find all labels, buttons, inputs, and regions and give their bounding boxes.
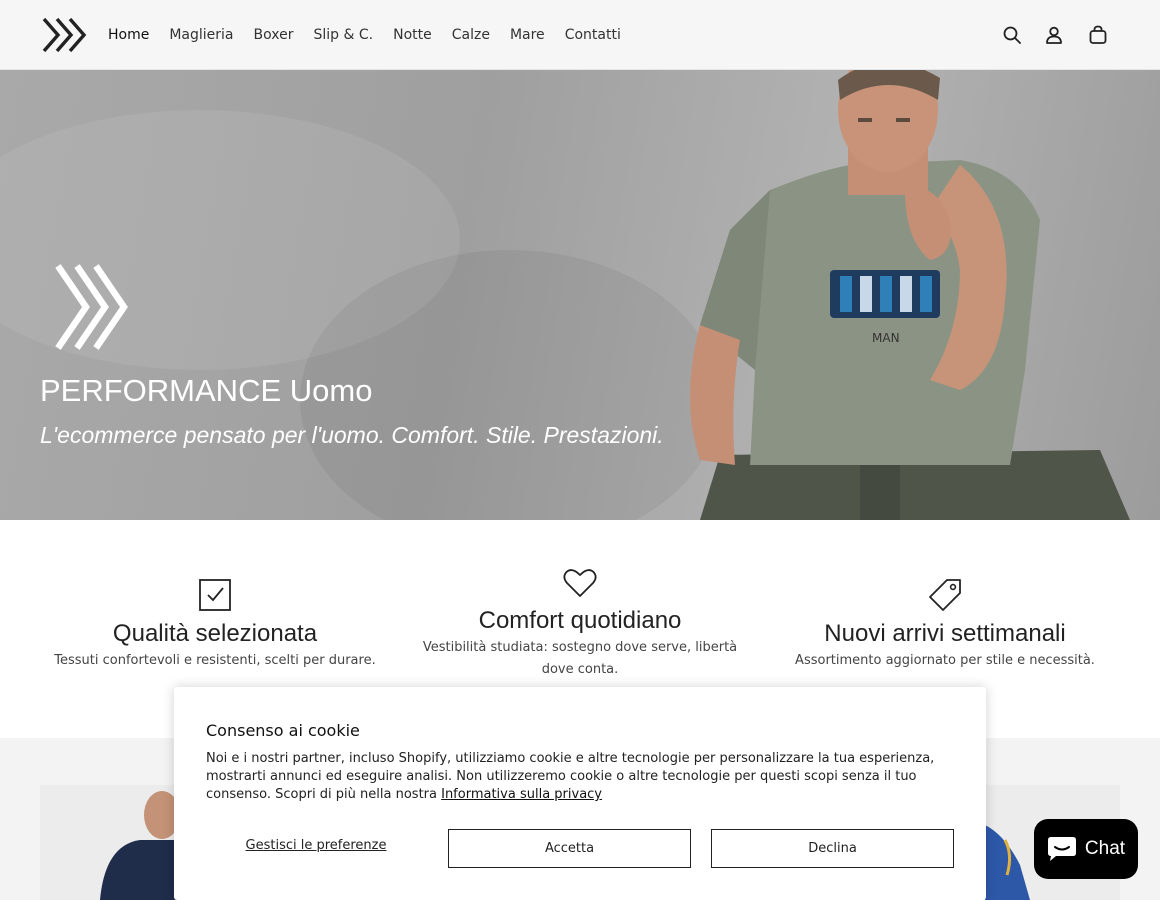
feature-title: Comfort quotidiano xyxy=(478,607,682,634)
product-card[interactable] xyxy=(40,785,180,900)
hero-subtitle: L'ecommerce pensato per l'uomo. Comfort.… xyxy=(40,422,664,448)
nav-item-boxer[interactable]: Boxer xyxy=(254,27,294,43)
accept-button[interactable]: Accetta xyxy=(448,829,691,868)
nav-item-home[interactable]: Home xyxy=(108,27,149,43)
manage-preferences-link[interactable]: Gestisci le preferenze xyxy=(206,838,426,853)
chat-bubble-icon xyxy=(1047,837,1076,861)
privacy-policy-link[interactable]: Informativa sulla privacy xyxy=(441,787,602,802)
nav-item-notte[interactable]: Notte xyxy=(393,27,432,43)
hero-banner: MAN PERFORMANCE Uomo L'ecommerce pensato… xyxy=(0,70,1160,520)
site-header: Home Maglieria Boxer Slip & C. Notte Cal… xyxy=(0,0,1160,70)
cookie-text: Noi e i nostri partner, incluso Shopify,… xyxy=(206,751,935,802)
main-nav: Home Maglieria Boxer Slip & C. Notte Cal… xyxy=(108,0,621,70)
account-icon[interactable] xyxy=(1043,24,1065,46)
feature-quality: Qualità selezionata Tessuti confortevoli… xyxy=(25,578,405,672)
search-icon[interactable] xyxy=(1001,24,1023,46)
cookie-consent-banner: Consenso ai cookie Noi e i nostri partne… xyxy=(174,687,986,900)
nav-item-slip[interactable]: Slip & C. xyxy=(313,27,373,43)
svg-text:MAN: MAN xyxy=(872,331,900,345)
hero-title: PERFORMANCE Uomo xyxy=(40,373,373,408)
product-image xyxy=(100,791,180,900)
chat-button[interactable]: Chat xyxy=(1034,819,1138,879)
nav-item-contatti[interactable]: Contatti xyxy=(565,27,621,43)
nav-item-mare[interactable]: Mare xyxy=(510,27,545,43)
heart-icon xyxy=(563,569,597,597)
cart-icon[interactable] xyxy=(1087,24,1109,46)
nav-item-maglieria[interactable]: Maglieria xyxy=(169,27,233,43)
hero-model-image: MAN xyxy=(690,70,1130,520)
feature-title: Qualità selezionata xyxy=(112,620,318,647)
feature-text: Assortimento aggiornato per stile e nece… xyxy=(795,653,1095,668)
feature-comfort: Comfort quotidiano Vestibilità studiata:… xyxy=(390,567,770,681)
feature-text: Vestibilità studiata: sostegno dove serv… xyxy=(422,640,738,677)
feature-title: Nuovi arrivi settimanali xyxy=(824,620,1066,647)
feature-new-arrivals: Nuovi arrivi settimanali Assortimento ag… xyxy=(755,578,1135,672)
cookie-title: Consenso ai cookie xyxy=(206,721,360,740)
checkbox-icon xyxy=(199,579,231,611)
triple-chevron-logo[interactable] xyxy=(42,17,88,53)
feature-text: Tessuti confortevoli e resistenti, scelt… xyxy=(54,653,376,668)
chat-label: Chat xyxy=(1084,838,1126,859)
decline-button[interactable]: Declina xyxy=(711,829,954,868)
nav-item-calze[interactable]: Calze xyxy=(452,27,490,43)
hero-chevron-icon xyxy=(55,264,128,350)
tag-icon xyxy=(929,579,961,611)
